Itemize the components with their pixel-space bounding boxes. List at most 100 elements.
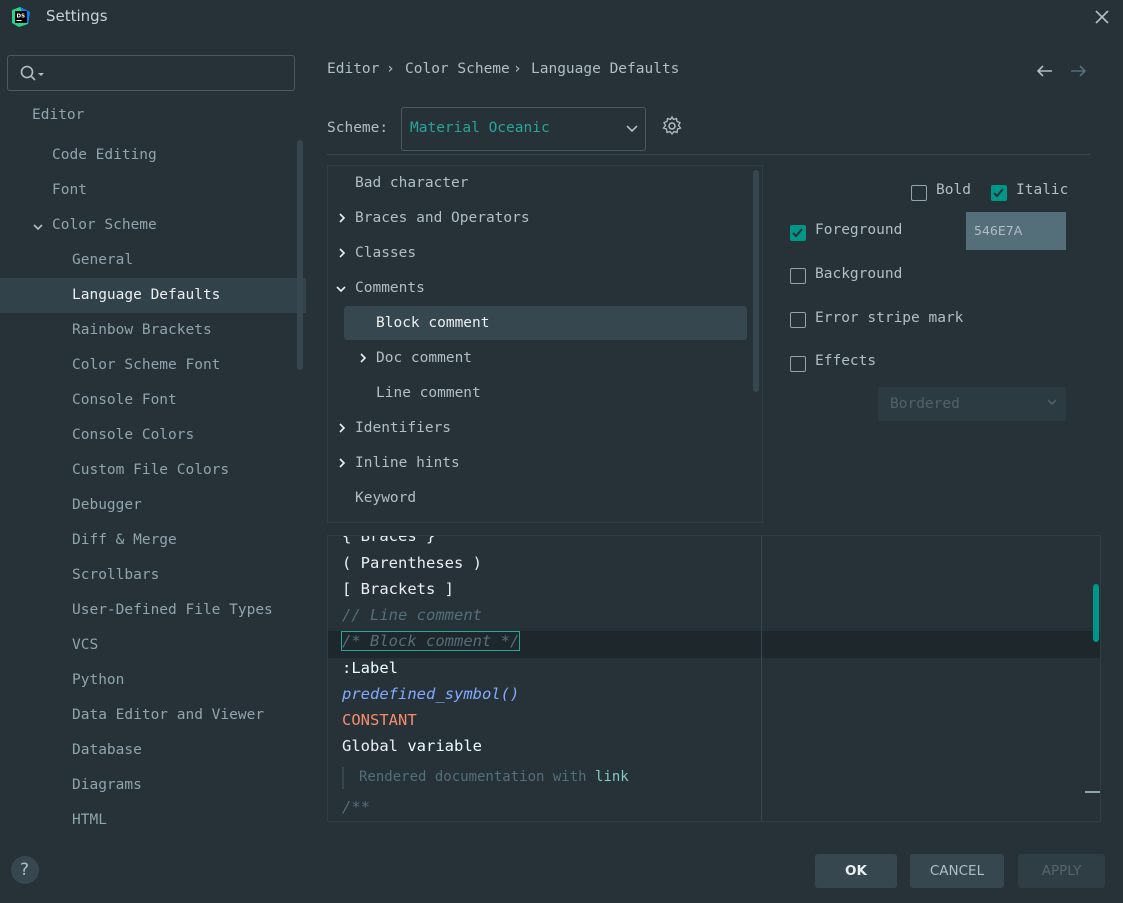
breadcrumb-color-scheme[interactable]: Color Scheme <box>405 61 510 77</box>
background-label: Background <box>815 266 903 282</box>
tree-item-doc-comment[interactable]: Doc comment <box>376 350 472 366</box>
sidebar-item-editor[interactable]: Editor <box>32 107 84 123</box>
collapse-minus-icon[interactable] <box>1085 791 1100 793</box>
sidebar-item-scrollbars[interactable]: Scrollbars <box>72 567 159 583</box>
help-icon: ? <box>20 860 30 880</box>
chevron-right-icon[interactable] <box>337 247 347 259</box>
sidebar-item-database[interactable]: Database <box>72 742 142 758</box>
preview-global-variable-line: Global variable <box>342 737 482 755</box>
sidebar-item-python[interactable]: Python <box>72 672 124 688</box>
preview-doc-line: Rendered documentation with link <box>359 769 629 785</box>
sidebar-item-diagrams[interactable]: Diagrams <box>72 777 142 793</box>
breadcrumb-separator-icon: › <box>513 61 522 77</box>
tree-item-identifiers[interactable]: Identifiers <box>355 420 451 436</box>
preview-doc-start: /** <box>342 798 370 816</box>
ok-button[interactable]: OK <box>815 854 897 888</box>
bold-checkbox[interactable] <box>911 185 927 201</box>
sidebar-item-console-font[interactable]: Console Font <box>72 392 177 408</box>
sidebar-item-debugger[interactable]: Debugger <box>72 497 142 513</box>
effects-checkbox[interactable] <box>790 356 806 372</box>
effects-label: Effects <box>815 353 877 369</box>
preview-doc-text: Rendered documentation with <box>359 769 587 785</box>
breadcrumb-language-defaults: Language Defaults <box>531 61 680 77</box>
search-input[interactable] <box>7 55 295 91</box>
preview-scrollbar[interactable] <box>1093 584 1099 642</box>
tree-item-line-comment[interactable]: Line comment <box>376 385 481 401</box>
tree-item-comments[interactable]: Comments <box>355 280 425 296</box>
scheme-value: Material Oceanic <box>410 120 550 136</box>
gear-icon[interactable] <box>661 115 683 137</box>
background-checkbox[interactable] <box>790 268 806 284</box>
chevron-down-icon <box>626 125 638 133</box>
error-stripe-label: Error stripe mark <box>815 310 964 326</box>
app-logo-icon: DS <box>12 7 30 27</box>
tree-item-bad-character[interactable]: Bad character <box>355 175 469 191</box>
breadcrumb-editor[interactable]: Editor <box>327 61 379 77</box>
foreground-color-value: 546E7A <box>974 223 1023 238</box>
chevron-down-icon[interactable] <box>335 284 347 294</box>
scheme-label: Scheme: <box>327 120 389 136</box>
effects-type-value: Bordered <box>890 396 960 412</box>
chevron-down-icon <box>1047 399 1057 406</box>
sidebar-item-rainbow-brackets[interactable]: Rainbow Brackets <box>72 322 212 338</box>
tree-item-keyword[interactable]: Keyword <box>355 490 416 506</box>
scheme-dropdown[interactable]: Material Oceanic <box>401 107 646 151</box>
tree-item-block-comment[interactable]: Block comment <box>376 315 490 331</box>
bold-label: Bold <box>936 182 971 198</box>
forward-arrow-icon[interactable] <box>1068 62 1088 80</box>
chevron-right-icon[interactable] <box>337 212 347 224</box>
effects-type-dropdown: Bordered <box>878 387 1066 421</box>
sidebar-item-code-editing[interactable]: Code Editing <box>52 147 157 163</box>
sidebar-item-data-editor-and-viewer[interactable]: Data Editor and Viewer <box>72 707 264 723</box>
error-stripe-checkbox[interactable] <box>790 312 806 328</box>
chevron-right-icon[interactable] <box>358 352 368 364</box>
sidebar-item-language-defaults[interactable]: Language Defaults <box>72 287 220 303</box>
sidebar-item-console-colors[interactable]: Console Colors <box>72 427 194 443</box>
sidebar-item-user-defined-file-types[interactable]: User-Defined File Types <box>72 602 273 618</box>
preview-constant: CONSTANT <box>342 711 417 729</box>
chevron-right-icon[interactable] <box>337 457 347 469</box>
tree-item-inline-hints[interactable]: Inline hints <box>355 455 460 471</box>
sidebar-item-custom-file-colors[interactable]: Custom File Colors <box>72 462 229 478</box>
cancel-button[interactable]: CANCEL <box>910 854 1004 888</box>
foreground-checkbox[interactable] <box>790 225 806 241</box>
foreground-color-swatch[interactable]: 546E7A <box>966 212 1066 250</box>
preview-parentheses: ( Parentheses ) <box>342 554 482 572</box>
preview-line-comment: // Line comment <box>342 606 482 624</box>
preview-label: :Label <box>342 659 398 677</box>
sidebar-item-general[interactable]: General <box>72 252 133 268</box>
italic-label: Italic <box>1016 182 1069 198</box>
preview-global-word: Global <box>342 737 398 755</box>
sidebar-item-color-scheme[interactable]: Color Scheme <box>52 217 157 233</box>
preview-brackets: [ Brackets ] <box>342 580 454 598</box>
preview-global-variable: variable <box>407 737 482 755</box>
header-divider <box>327 154 1090 155</box>
preview-right-margin <box>761 536 762 821</box>
preview-doc-link[interactable]: link <box>595 769 629 785</box>
tree-item-braces-and-operators[interactable]: Braces and Operators <box>355 210 530 226</box>
close-icon[interactable] <box>1090 5 1114 29</box>
italic-checkbox[interactable] <box>991 185 1007 201</box>
sidebar-item-font[interactable]: Font <box>52 182 87 198</box>
sidebar-item-color-scheme-font[interactable]: Color Scheme Font <box>72 357 220 373</box>
help-button[interactable]: ? <box>11 856 39 884</box>
window-title: Settings <box>46 7 108 25</box>
breadcrumb-separator-icon: › <box>386 61 395 77</box>
app-logo-text: DS <box>17 14 26 20</box>
check-icon <box>993 188 1004 198</box>
preview-editor[interactable]: { Braces } ( Parentheses ) [ Brackets ] … <box>327 535 1101 822</box>
chevron-down-icon[interactable] <box>32 221 44 233</box>
sidebar-item-html[interactable]: HTML <box>72 812 107 828</box>
back-arrow-icon[interactable] <box>1035 62 1055 80</box>
title-bar: DS Settings <box>0 0 1123 34</box>
tree-scrollbar[interactable] <box>753 170 759 392</box>
tree-item-classes[interactable]: Classes <box>355 245 416 261</box>
check-icon <box>792 228 803 238</box>
sidebar-scrollbar[interactable] <box>297 140 303 370</box>
sidebar-item-vcs[interactable]: VCS <box>72 637 98 653</box>
search-icon <box>20 65 44 81</box>
preview-block-comment: /* Block comment */ <box>340 631 521 651</box>
preview-doc-bar <box>342 767 344 789</box>
chevron-right-icon[interactable] <box>337 422 347 434</box>
sidebar-item-diff-merge[interactable]: Diff & Merge <box>72 532 177 548</box>
